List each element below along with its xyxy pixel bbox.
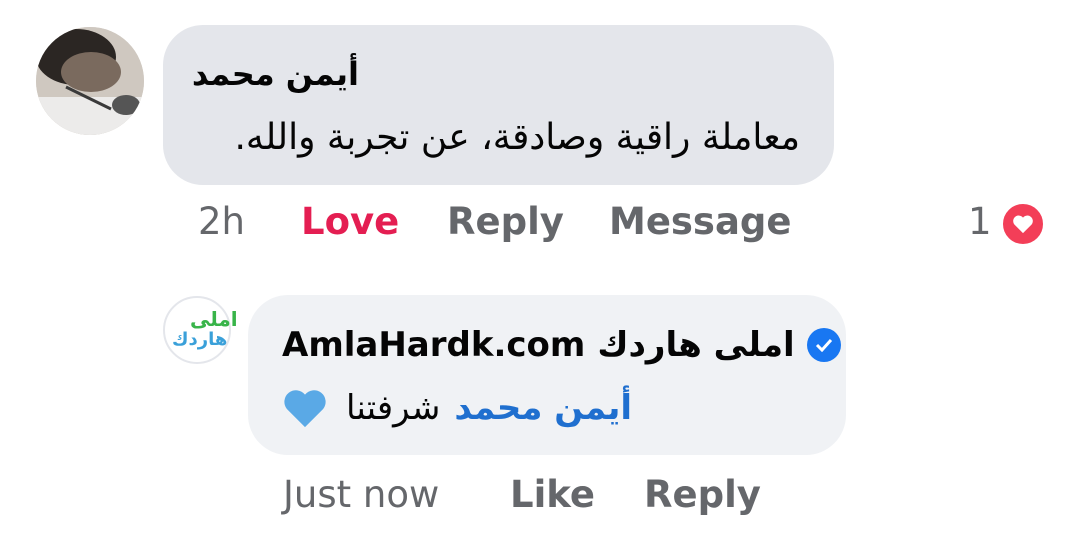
reply-author-latin: AmlaHardk.com	[282, 325, 586, 365]
love-button[interactable]: Love	[301, 200, 399, 243]
comment-time[interactable]: 2h	[198, 200, 245, 243]
comment-author[interactable]: أيمن محمد	[192, 55, 359, 93]
reaction-count[interactable]: 1	[968, 200, 992, 243]
reply-time[interactable]: Just now	[283, 473, 439, 516]
reply-button[interactable]: Reply	[447, 200, 564, 243]
reply-message: شرفتنا	[346, 388, 441, 428]
heart-icon-glyph	[1013, 215, 1033, 234]
reply-author-arabic: املى هاردك	[597, 325, 795, 365]
reply-text: شرفتنا أيمن محمد	[282, 387, 632, 429]
reply-bubble: AmlaHardk.com املى هاردك شرفتنا أيمن محم…	[248, 295, 846, 455]
avatar-photo	[36, 27, 144, 135]
heart-icon[interactable]	[1000, 201, 1046, 247]
avatar[interactable]	[36, 27, 144, 135]
reply-author[interactable]: AmlaHardk.com املى هاردك	[282, 325, 841, 365]
like-button[interactable]: Like	[510, 473, 595, 516]
logo-text-top: املى	[190, 307, 238, 331]
verified-badge-icon	[806, 328, 841, 362]
message-button[interactable]: Message	[609, 200, 792, 243]
comment-text: معاملة راقية وصادقة، عن تجربة والله.	[234, 117, 800, 158]
comment-bubble: أيمن محمد معاملة راقية وصادقة، عن تجربة …	[163, 25, 834, 185]
logo-text-bottom: هاردك	[172, 329, 228, 350]
mention-link[interactable]: أيمن محمد	[454, 388, 632, 428]
reply-reply-button[interactable]: Reply	[644, 473, 761, 516]
blue-heart-icon	[284, 390, 326, 428]
